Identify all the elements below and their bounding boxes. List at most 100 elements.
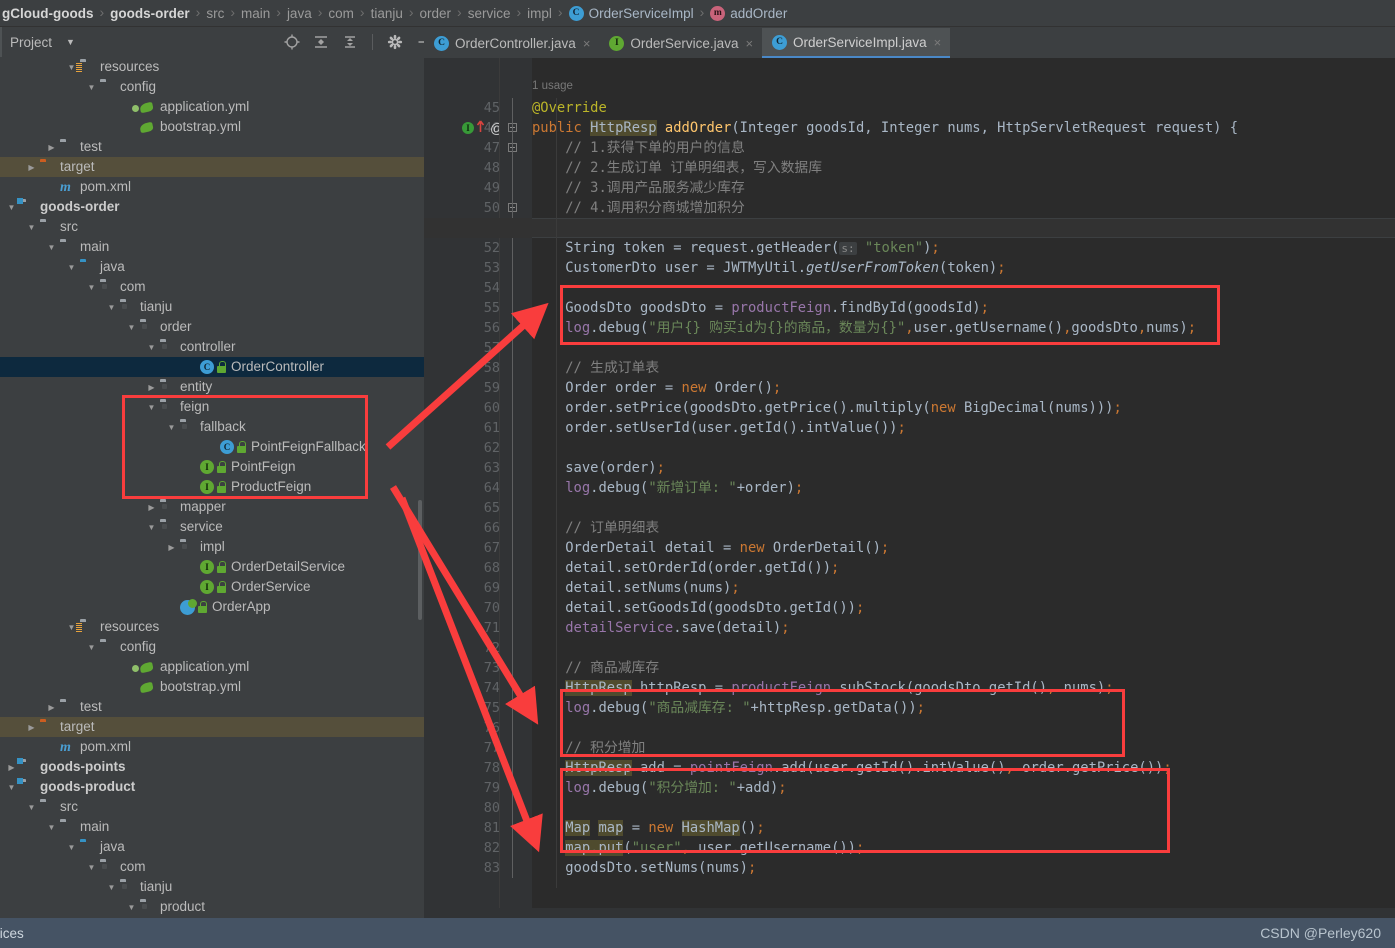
tree-item-bootstrap-yml[interactable]: ▶bootstrap.yml [0,117,424,137]
code-line[interactable]: goodsDto.setNums(nums); [532,858,756,878]
breadcrumb-item-orderserviceimpl[interactable]: C OrderServiceImpl [567,0,696,27]
breadcrumb-item-goods-order[interactable]: goods-order [108,0,192,27]
chevron-down-icon[interactable]: ▼ [6,782,17,793]
code-line[interactable]: detail.setNums(nums); [532,578,739,598]
expand-all-icon[interactable] [312,33,330,51]
tree-item-bootstrap-yml[interactable]: ▶bootstrap.yml [0,677,424,697]
editor-gutter[interactable]: 4546474849505152535455565758596061626364… [424,58,504,918]
tree-item-com[interactable]: ▼ com [0,277,424,297]
chevron-down-icon[interactable]: ▼ [46,242,57,253]
chevron-down-icon[interactable]: ▼ [6,202,17,213]
tree-item-com[interactable]: ▼ com [0,857,424,877]
close-icon[interactable]: × [934,35,942,50]
chevron-right-icon[interactable]: ▶ [166,542,177,553]
tree-item-main[interactable]: ▼ main [0,237,424,257]
tree-item-service[interactable]: ▼ service [0,517,424,537]
tree-item-tianju[interactable]: ▼ tianju [0,877,424,897]
code-line[interactable]: GoodsDto goodsDto = productFeign.findByI… [532,298,989,318]
tree-item-config[interactable]: ▼ config [0,637,424,657]
code-line[interactable]: // 2.生成订单 订单明细表，写入数据库 [532,158,822,178]
tree-item-orderservice[interactable]: ▶IOrderService [0,577,424,597]
settings-gear-icon[interactable] [386,33,404,51]
project-tree[interactable]: ▼resources▼config▶application.yml▶bootst… [0,57,424,918]
chevron-right-icon[interactable]: ▶ [26,162,37,173]
tree-item-src[interactable]: ▼ src [0,797,424,817]
chevron-down-icon[interactable]: ▼ [166,422,177,433]
tree-item-pointfeignfallback[interactable]: ▶CPointFeignFallback [0,437,424,457]
chevron-down-icon[interactable]: ▼ [86,82,97,93]
tree-item-controller[interactable]: ▼ controller [0,337,424,357]
tree-item-pom-xml[interactable]: ▶mpom.xml [0,177,424,197]
chevron-down-icon[interactable]: ▼ [146,522,157,533]
chevron-right-icon[interactable]: ▶ [6,762,17,773]
tree-item-tianju[interactable]: ▼ tianju [0,297,424,317]
code-line[interactable]: // 3.调用产品服务减少库存 [532,178,745,198]
tree-item-pom-xml[interactable]: ▶mpom.xml [0,737,424,757]
tree-item-main[interactable]: ▼ main [0,817,424,837]
close-icon[interactable]: × [583,36,591,51]
code-line[interactable]: HttpResp add = pointFeign.add(user.getId… [532,758,1172,778]
code-line[interactable]: // 订单明细表 [532,518,659,538]
chevron-right-icon[interactable]: ▶ [46,702,57,713]
tree-item-entity[interactable]: ▶ entity [0,377,424,397]
code-line[interactable]: save(order); [532,458,665,478]
code-line[interactable]: log.debug("商品减库存: "+httpResp.getData()); [532,698,925,718]
code-line[interactable]: // 生成订单表 [532,358,659,378]
code-line[interactable]: detail.setGoodsId(goodsDto.getId()); [532,598,864,618]
chevron-down-icon[interactable]: ▼ [146,402,157,413]
code-line[interactable]: order.setPrice(goodsDto.getPrice().multi… [532,398,1122,418]
code-line[interactable]: detail.setOrderId(order.getId()); [532,558,839,578]
chevron-down-icon[interactable]: ▼ [86,282,97,293]
breadcrumb-item-addorder[interactable]: m addOrder [708,0,789,27]
editor-tab-ordercontroller-java[interactable]: C OrderController.java × [424,28,599,58]
tree-item-fallback[interactable]: ▼ fallback [0,417,424,437]
breadcrumb-item-gcloud-goods[interactable]: gCloud-goods [0,0,95,27]
code-line[interactable]: order.setUserId(user.getId().intValue())… [532,418,906,438]
code-folding-column[interactable] [500,58,532,918]
tree-item-goods-points[interactable]: ▶ goods-points [0,757,424,777]
chevron-down-icon[interactable]: ▼ [146,342,157,353]
code-line[interactable]: detailService.save(detail); [532,618,789,638]
tree-item-src[interactable]: ▼ src [0,217,424,237]
tree-item-orderapp[interactable]: ▶OrderApp [0,597,424,617]
tree-item-pointfeign[interactable]: ▶IPointFeign [0,457,424,477]
chevron-down-icon[interactable]: ▼ [126,902,137,913]
project-toolwindow-tab[interactable]: Project ▼ [0,27,75,57]
code-line[interactable]: CustomerDto user = JWTMyUtil.getUserFrom… [532,258,1005,278]
code-line[interactable]: public HttpResp addOrder(Integer goodsId… [532,118,1238,138]
chevron-down-icon[interactable]: ▼ [66,842,77,853]
code-line[interactable]: log.debug("积分增加: "+add); [532,778,786,798]
code-text-area[interactable]: 1 usage@Overridepublic HttpResp addOrder… [532,58,1395,918]
tree-item-target[interactable]: ▶ target [0,717,424,737]
code-line[interactable]: Map map = new HashMap(); [532,818,765,838]
code-line[interactable]: String token = request.getHeader(s: "tok… [532,238,939,258]
code-line[interactable]: // 4.调用积分商城增加积分 [532,198,745,218]
chevron-down-icon[interactable]: ▼ [86,862,97,873]
tree-item-java[interactable]: ▼ java [0,837,424,857]
chevron-down-icon[interactable]: ▼ [26,802,37,813]
editor-tab-orderserviceimpl-java[interactable]: C OrderServiceImpl.java × [762,28,951,58]
code-line[interactable]: // 积分增加 [532,738,645,758]
breadcrumb-item-com[interactable]: com [326,0,356,27]
tree-item-orderdetailservice[interactable]: ▶IOrderDetailService [0,557,424,577]
code-line[interactable]: log.debug("用户{} 购买id为{}的商品，数量为{}",user.g… [532,318,1196,338]
tree-item-feign[interactable]: ▼ feign [0,397,424,417]
code-line[interactable]: // 商品减库存 [532,658,659,678]
tree-item-productfeign[interactable]: ▶IProductFeign [0,477,424,497]
chevron-down-icon[interactable]: ▼ [66,37,75,47]
chevron-down-icon[interactable]: ▼ [126,322,137,333]
chevron-right-icon[interactable]: ▶ [26,722,37,733]
tree-item-target[interactable]: ▶ target [0,157,424,177]
override-arrow-icon[interactable] [476,119,485,137]
code-line[interactable]: // 1.获得下单的用户的信息 [532,138,745,158]
chevron-down-icon[interactable]: ▼ [106,302,117,313]
services-tool-button[interactable]: vices [0,926,24,941]
tree-item-resources[interactable]: ▼ resources [0,57,424,77]
tree-item-goods-product[interactable]: ▼ goods-product [0,777,424,797]
breadcrumb-item-impl[interactable]: impl [525,0,554,27]
tree-item-product[interactable]: ▼ product [0,897,424,917]
code-line[interactable]: HttpResp httpResp = productFeign.subStoc… [532,678,1114,698]
chevron-down-icon[interactable]: ▼ [66,262,77,273]
code-line[interactable]: log.debug("新增订单: "+order); [532,478,803,498]
tree-item-config[interactable]: ▼ config [0,77,424,97]
